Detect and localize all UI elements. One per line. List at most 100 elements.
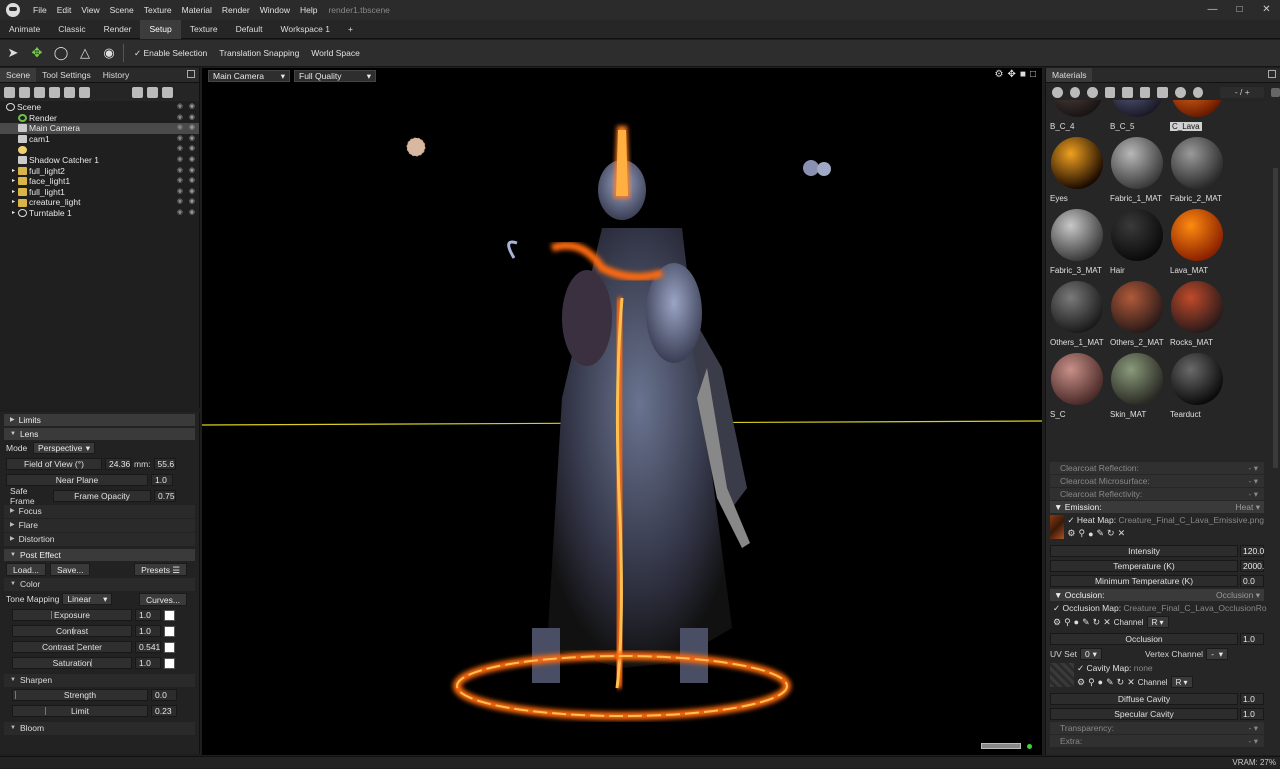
temperature-slider[interactable]: Temperature (K) [1050,559,1238,572]
materials-scrollbar[interactable] [1273,168,1278,468]
extra-row[interactable]: Extra: - ▾ [1050,735,1264,747]
occlusion-type-dropdown[interactable]: Occlusion ▾ [1216,589,1260,601]
reload-icon[interactable]: ↻ [1093,617,1101,628]
contrast-value[interactable]: 1.0 [135,625,161,637]
vertex-channel-dropdown[interactable]: - ▾ [1206,647,1229,660]
presets-button[interactable]: Presets ☰ [134,562,187,576]
emission-type-dropdown[interactable]: Heat ▾ [1235,501,1260,513]
material-item[interactable]: C_Lava [1169,100,1225,134]
enable-selection-toggle[interactable]: ✓ Enable Selection [129,48,212,59]
near-plane-value[interactable]: 1.0 [151,474,173,486]
tab-history[interactable]: History [97,68,135,82]
mm-value[interactable]: 55.6 [153,458,176,470]
lock-icon[interactable]: ◉ [177,208,183,219]
limit-slider[interactable]: Limit [12,705,148,717]
material-counter[interactable]: - / + [1220,86,1265,98]
menu-help[interactable]: Help [295,5,322,15]
menu-texture[interactable]: Texture [139,5,177,15]
menu-scene[interactable]: Scene [105,5,139,15]
clearcoat-microsurface-row[interactable]: Clearcoat Microsurface: - ▾ [1050,475,1264,487]
section-lens[interactable]: ▼ Lens [4,428,195,440]
menu-view[interactable]: View [76,5,104,15]
menu-file[interactable]: File [28,5,52,15]
add-tab-button[interactable]: + [339,20,362,39]
menu-window[interactable]: Window [255,5,295,15]
material-item[interactable]: Fabric_1_MAT [1109,136,1165,206]
eye-icon[interactable]: ◉ [189,102,195,113]
lock-icon[interactable]: ◉ [177,102,183,113]
close-icon[interactable]: ✕ [1118,528,1126,539]
diffuse-cavity-value[interactable]: 1.0 [1240,692,1264,705]
tab-render[interactable]: Render [95,20,141,39]
sample-icon[interactable]: ● [1088,529,1093,539]
material-item[interactable]: Lava_MAT [1169,208,1225,278]
occlusion-slider[interactable]: Occlusion [1050,632,1238,645]
edit-icon[interactable]: ✎ [1097,528,1105,539]
duplicate-material-icon[interactable] [1069,86,1081,98]
emission-header[interactable]: ▼ Emission: Heat ▾ [1050,501,1264,513]
eye-icon[interactable]: ◉ [189,187,195,198]
eye-icon[interactable]: ◉ [189,113,195,124]
lock-icon[interactable]: ◉ [177,144,183,155]
eye-icon[interactable]: ◉ [189,155,195,166]
saturation-value[interactable]: 1.0 [135,657,161,669]
add-object-icon[interactable] [4,86,15,98]
frame-opacity-slider[interactable]: Frame Opacity [53,490,151,502]
add-sky-icon[interactable] [49,86,60,98]
quality-dropdown[interactable]: Full Quality ▾ [294,69,376,82]
duplicate-icon[interactable] [147,86,158,98]
search-icon[interactable]: ⚲ [1088,677,1095,688]
add-shadow-catcher-icon[interactable] [64,86,75,98]
scale-gizmo-icon[interactable]: △ [74,42,96,64]
load-button[interactable]: Load... [6,562,46,576]
tree-item-render[interactable]: Render ◉ ◉ [0,113,199,124]
delete-icon[interactable] [1139,86,1151,98]
search-icon[interactable]: ⚲ [1078,528,1085,539]
exposure-swatch[interactable] [164,609,175,621]
menu-edit[interactable]: Edit [52,5,77,15]
move-gizmo-icon[interactable]: ✥ [26,42,48,64]
channel-dropdown[interactable]: R ▾ [1146,616,1169,628]
gear-icon[interactable]: ⚙ [995,69,1004,80]
tree-item-creature-light[interactable]: ▸ creature_light ◉ ◉ [0,197,199,208]
tab-materials[interactable]: Materials [1046,68,1093,82]
lock-icon[interactable]: ◉ [177,123,183,134]
reload-icon[interactable]: ↻ [1107,528,1115,539]
material-item[interactable]: S_C [1049,352,1105,422]
transparency-row[interactable]: Transparency: - ▾ [1050,722,1264,734]
pick-icon[interactable] [1192,86,1204,98]
tree-item-face-light1[interactable]: ▸ face_light1 ◉ ◉ [0,176,199,187]
mode-dropdown[interactable]: Perspective ▾ [33,442,95,454]
gear-icon[interactable]: ⚙ [1067,528,1075,539]
material-item[interactable]: Rocks_MAT [1169,280,1225,350]
strength-value[interactable]: 0.0 [151,689,177,701]
lock-icon[interactable]: ◉ [177,155,183,166]
material-item[interactable]: Tearduct [1169,352,1225,422]
eye-icon[interactable]: ◉ [189,134,195,145]
eye-icon[interactable]: ◉ [189,176,195,187]
maximize-icon[interactable]: □ [1226,0,1253,20]
eye-icon[interactable]: ◉ [189,208,195,219]
contrast-swatch[interactable] [164,625,175,637]
clearcoat-reflectivity-row[interactable]: Clearcoat Reflectivity: - ▾ [1050,488,1264,500]
fov-slider[interactable]: Field of View (°) [6,458,102,470]
temperature-value[interactable]: 2000. [1240,559,1264,572]
exposure-slider[interactable]: Exposure [12,609,132,621]
folder-icon[interactable] [1104,86,1116,98]
tree-item-main-camera[interactable]: Main Camera ◉ ◉ [0,123,199,134]
edit-icon[interactable]: ✎ [1106,677,1114,688]
new-folder-icon[interactable] [132,86,143,98]
save-button[interactable]: Save... [50,562,91,576]
tab-setup[interactable]: Setup [140,19,181,39]
occlusion-value[interactable]: 1.0 [1240,632,1264,645]
tab-workspace-1[interactable]: Workspace 1 [272,20,339,39]
uv-set-dropdown[interactable]: 0 ▾ [1079,647,1102,660]
search-icon[interactable]: ⚲ [1064,617,1071,628]
cavity-map-thumbnail[interactable] [1050,663,1074,687]
safe-frame-toggle[interactable]: Safe Frame [6,486,50,506]
world-space-toggle[interactable]: World Space [306,48,365,58]
contrast-slider[interactable]: Contrast [12,625,132,637]
saturation-swatch[interactable] [164,657,175,669]
min-temperature-slider[interactable]: Minimum Temperature (K) [1050,574,1238,587]
section-color[interactable]: ▼ Color [4,578,195,591]
